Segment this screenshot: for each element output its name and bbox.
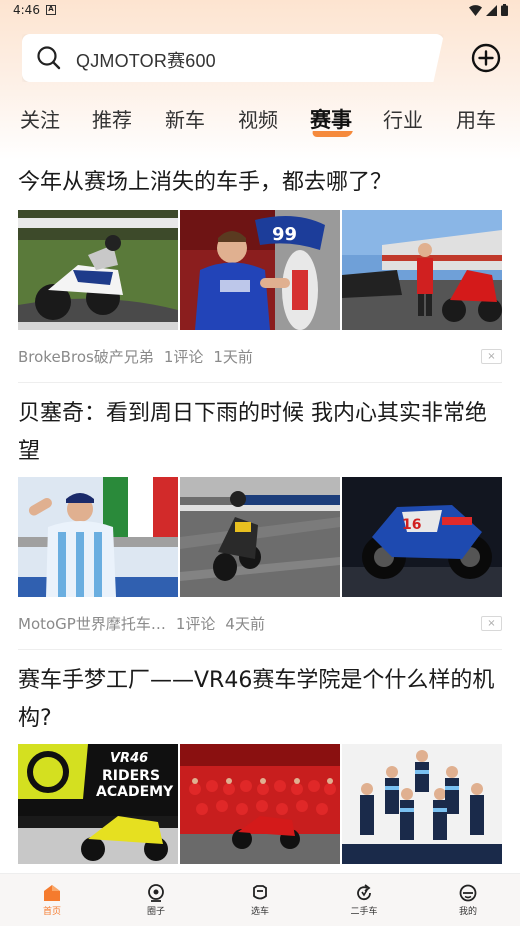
rider-99-image: 99 [180, 210, 340, 330]
rider-ducati-image [342, 210, 502, 330]
tab-industry[interactable]: 行业 [383, 104, 423, 133]
thumbnail-academy-riders[interactable] [342, 744, 502, 864]
thumbnail-vr46-academy[interactable]: VR46 RIDERS ACADEMY [18, 744, 178, 864]
nav-circle-label: 圈子 [146, 907, 165, 917]
article-meta: BrokeBros破产兄弟 1评论 1天前 [18, 346, 253, 367]
nav-home[interactable]: 首页 [22, 884, 82, 917]
nav-select-car[interactable]: 选车 [230, 884, 290, 917]
thumbnail-ducati-team[interactable] [180, 744, 340, 864]
tab-recommend[interactable]: 推荐 [92, 104, 132, 133]
thumbnail-blue-bike[interactable]: 16 [342, 477, 502, 597]
article-time: 1天前 [213, 348, 253, 366]
dismiss-button[interactable]: × [481, 616, 502, 631]
article-comments: 1评论 [163, 348, 204, 366]
wet-track-image [180, 477, 340, 597]
add-button[interactable] [471, 43, 501, 73]
article-title[interactable]: 今年从赛场上消失的车手，都去哪了？ [18, 164, 504, 202]
divider [18, 382, 502, 383]
active-tab-indicator [311, 131, 353, 137]
ducati-team-image [180, 744, 340, 864]
article-thumbnails[interactable]: 16 [18, 477, 502, 597]
search-bar[interactable]: QJMOTOR赛600 [22, 34, 444, 82]
article-author[interactable]: BrokeBros破产兄弟 [18, 346, 154, 367]
article-title[interactable]: 赛车手梦工厂——VR46赛车学院是个什么样的机构? [18, 662, 504, 738]
nav-profile-label: 我的 [458, 907, 477, 917]
academy-text: ACADEMY [96, 784, 174, 800]
nav-select-car-label: 选车 [250, 907, 269, 917]
bottom-navigation: 首页 圈子 选车 二手车 我的 [0, 873, 520, 926]
vr46-logo-text: VR46 [110, 751, 148, 766]
status-time: 4:46 [13, 3, 40, 17]
category-tabs: 关注 推荐 新车 视频 赛事 行业 用车 [0, 104, 520, 144]
rider-track-image [18, 210, 178, 330]
svg-text:99: 99 [272, 224, 297, 245]
home-icon [44, 885, 60, 901]
search-icon [37, 46, 61, 70]
tab-videos[interactable]: 视频 [238, 104, 278, 133]
signal-icon [486, 4, 497, 16]
nav-home-label: 首页 [42, 907, 61, 917]
nav-profile[interactable]: 我的 [438, 884, 498, 917]
blue-bike-image: 16 [342, 477, 502, 597]
status-bar: 4:46 A [0, 0, 520, 22]
thumbnail-rider-ducati[interactable] [342, 210, 502, 330]
dismiss-button[interactable]: × [481, 349, 502, 364]
thumbnail-rider-number-99[interactable]: 99 [180, 210, 340, 330]
article-comments: 1评论 [175, 615, 216, 633]
circle-icon [148, 884, 164, 902]
article-meta: MotoGP世界摩托车… 1评论 4天前 [18, 613, 265, 634]
tab-car-use[interactable]: 用车 [456, 104, 496, 133]
status-icons [469, 4, 508, 16]
wifi-icon [469, 4, 482, 16]
thumbnail-wet-track[interactable] [180, 477, 340, 597]
tab-racing[interactable]: 赛事 [310, 104, 352, 134]
article-thumbnails[interactable]: VR46 RIDERS ACADEMY [18, 744, 502, 864]
refresh-icon [357, 884, 371, 901]
article-author[interactable]: MotoGP世界摩托车… [18, 613, 166, 634]
nav-used-car[interactable]: 二手车 [334, 884, 394, 917]
search-input[interactable]: QJMOTOR赛600 [76, 47, 216, 73]
tab-follow[interactable]: 关注 [20, 104, 60, 133]
helmet-icon [253, 885, 267, 900]
thumbnail-bezzecchi-podium[interactable] [18, 477, 178, 597]
thumbnail-rider-track[interactable] [18, 210, 178, 330]
tab-new-cars[interactable]: 新车 [165, 104, 205, 133]
article-thumbnails[interactable]: 99 [18, 210, 502, 330]
svg-text:16: 16 [402, 517, 421, 533]
bezzecchi-podium-image [18, 477, 178, 597]
article-time: 4天前 [225, 615, 265, 633]
nav-used-car-label: 二手车 [350, 907, 378, 917]
divider [18, 649, 502, 650]
article-title[interactable]: 贝塞奇：看到周日下雨的时候 我内心其实非常绝望 [18, 395, 504, 471]
profile-icon [459, 884, 477, 902]
battery-icon [501, 4, 508, 16]
notification-icon: A [46, 5, 56, 15]
vr46-academy-image: VR46 RIDERS ACADEMY [18, 744, 178, 864]
riders-text: RIDERS [102, 768, 160, 784]
nav-circle[interactable]: 圈子 [126, 884, 186, 917]
academy-riders-image [342, 744, 502, 864]
